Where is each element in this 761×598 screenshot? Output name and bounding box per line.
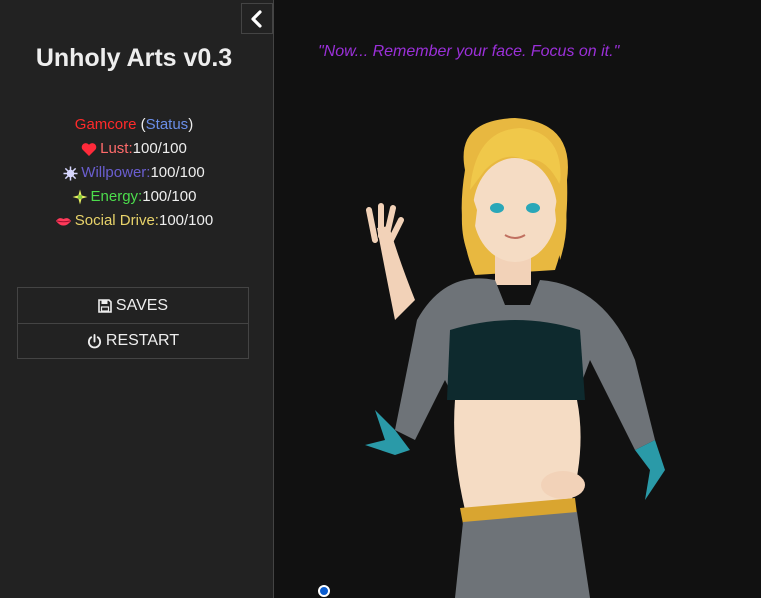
passage-area: "Now... Remember your face. Focus on it.…: [275, 0, 761, 598]
player-line: Gamcore (Status): [0, 113, 268, 137]
power-icon: [87, 333, 101, 348]
stats-panel: Gamcore (Status) Lust: 100/100 Willpower:…: [0, 113, 268, 233]
saves-button[interactable]: SAVES: [18, 288, 248, 323]
sidebar-toggle-button[interactable]: [241, 3, 273, 34]
restart-button[interactable]: RESTART: [18, 323, 248, 358]
stat-social-drive: Social Drive: 100/100: [0, 209, 268, 233]
chevron-left-icon: [251, 9, 262, 28]
saves-label: SAVES: [115, 296, 169, 314]
story-title: Unholy Arts v0.3: [35, 44, 233, 72]
paren-close: ): [188, 116, 194, 133]
restart-label: RESTART: [105, 332, 180, 349]
star-burst-icon: [63, 165, 78, 181]
lips-icon: [55, 218, 71, 226]
stat-value: 100/100: [158, 212, 214, 229]
stat-label: Social Drive:: [74, 212, 159, 229]
sidebar: Unholy Arts v0.3 Gamcore (Status) Lust: 1…: [0, 0, 274, 598]
stat-label: Energy:: [90, 188, 143, 205]
scroll-indicator-dot[interactable]: [318, 585, 330, 597]
dialogue-quote: "Now... Remember your face. Focus on it.…: [318, 43, 620, 60]
sparkle-icon: [72, 189, 88, 205]
stat-value: 100/100: [142, 188, 197, 205]
stat-label: Lust:: [100, 140, 133, 157]
heart-icon: [81, 142, 97, 156]
character-portrait: [365, 118, 665, 598]
status-link[interactable]: Status: [146, 114, 189, 136]
stat-lust: Lust: 100/100: [0, 137, 268, 161]
player-name-link[interactable]: Gamcore: [75, 114, 137, 136]
paren-open: (: [136, 116, 146, 133]
stat-value: 100/100: [150, 164, 205, 181]
stat-energy: Energy: 100/100: [0, 185, 268, 209]
stat-label: Willpower:: [81, 164, 151, 181]
save-icon: [98, 298, 112, 313]
sidebar-menu: SAVES RESTART: [17, 287, 249, 359]
stat-willpower: Willpower: 100/100: [0, 161, 268, 185]
stat-value: 100/100: [132, 140, 187, 157]
